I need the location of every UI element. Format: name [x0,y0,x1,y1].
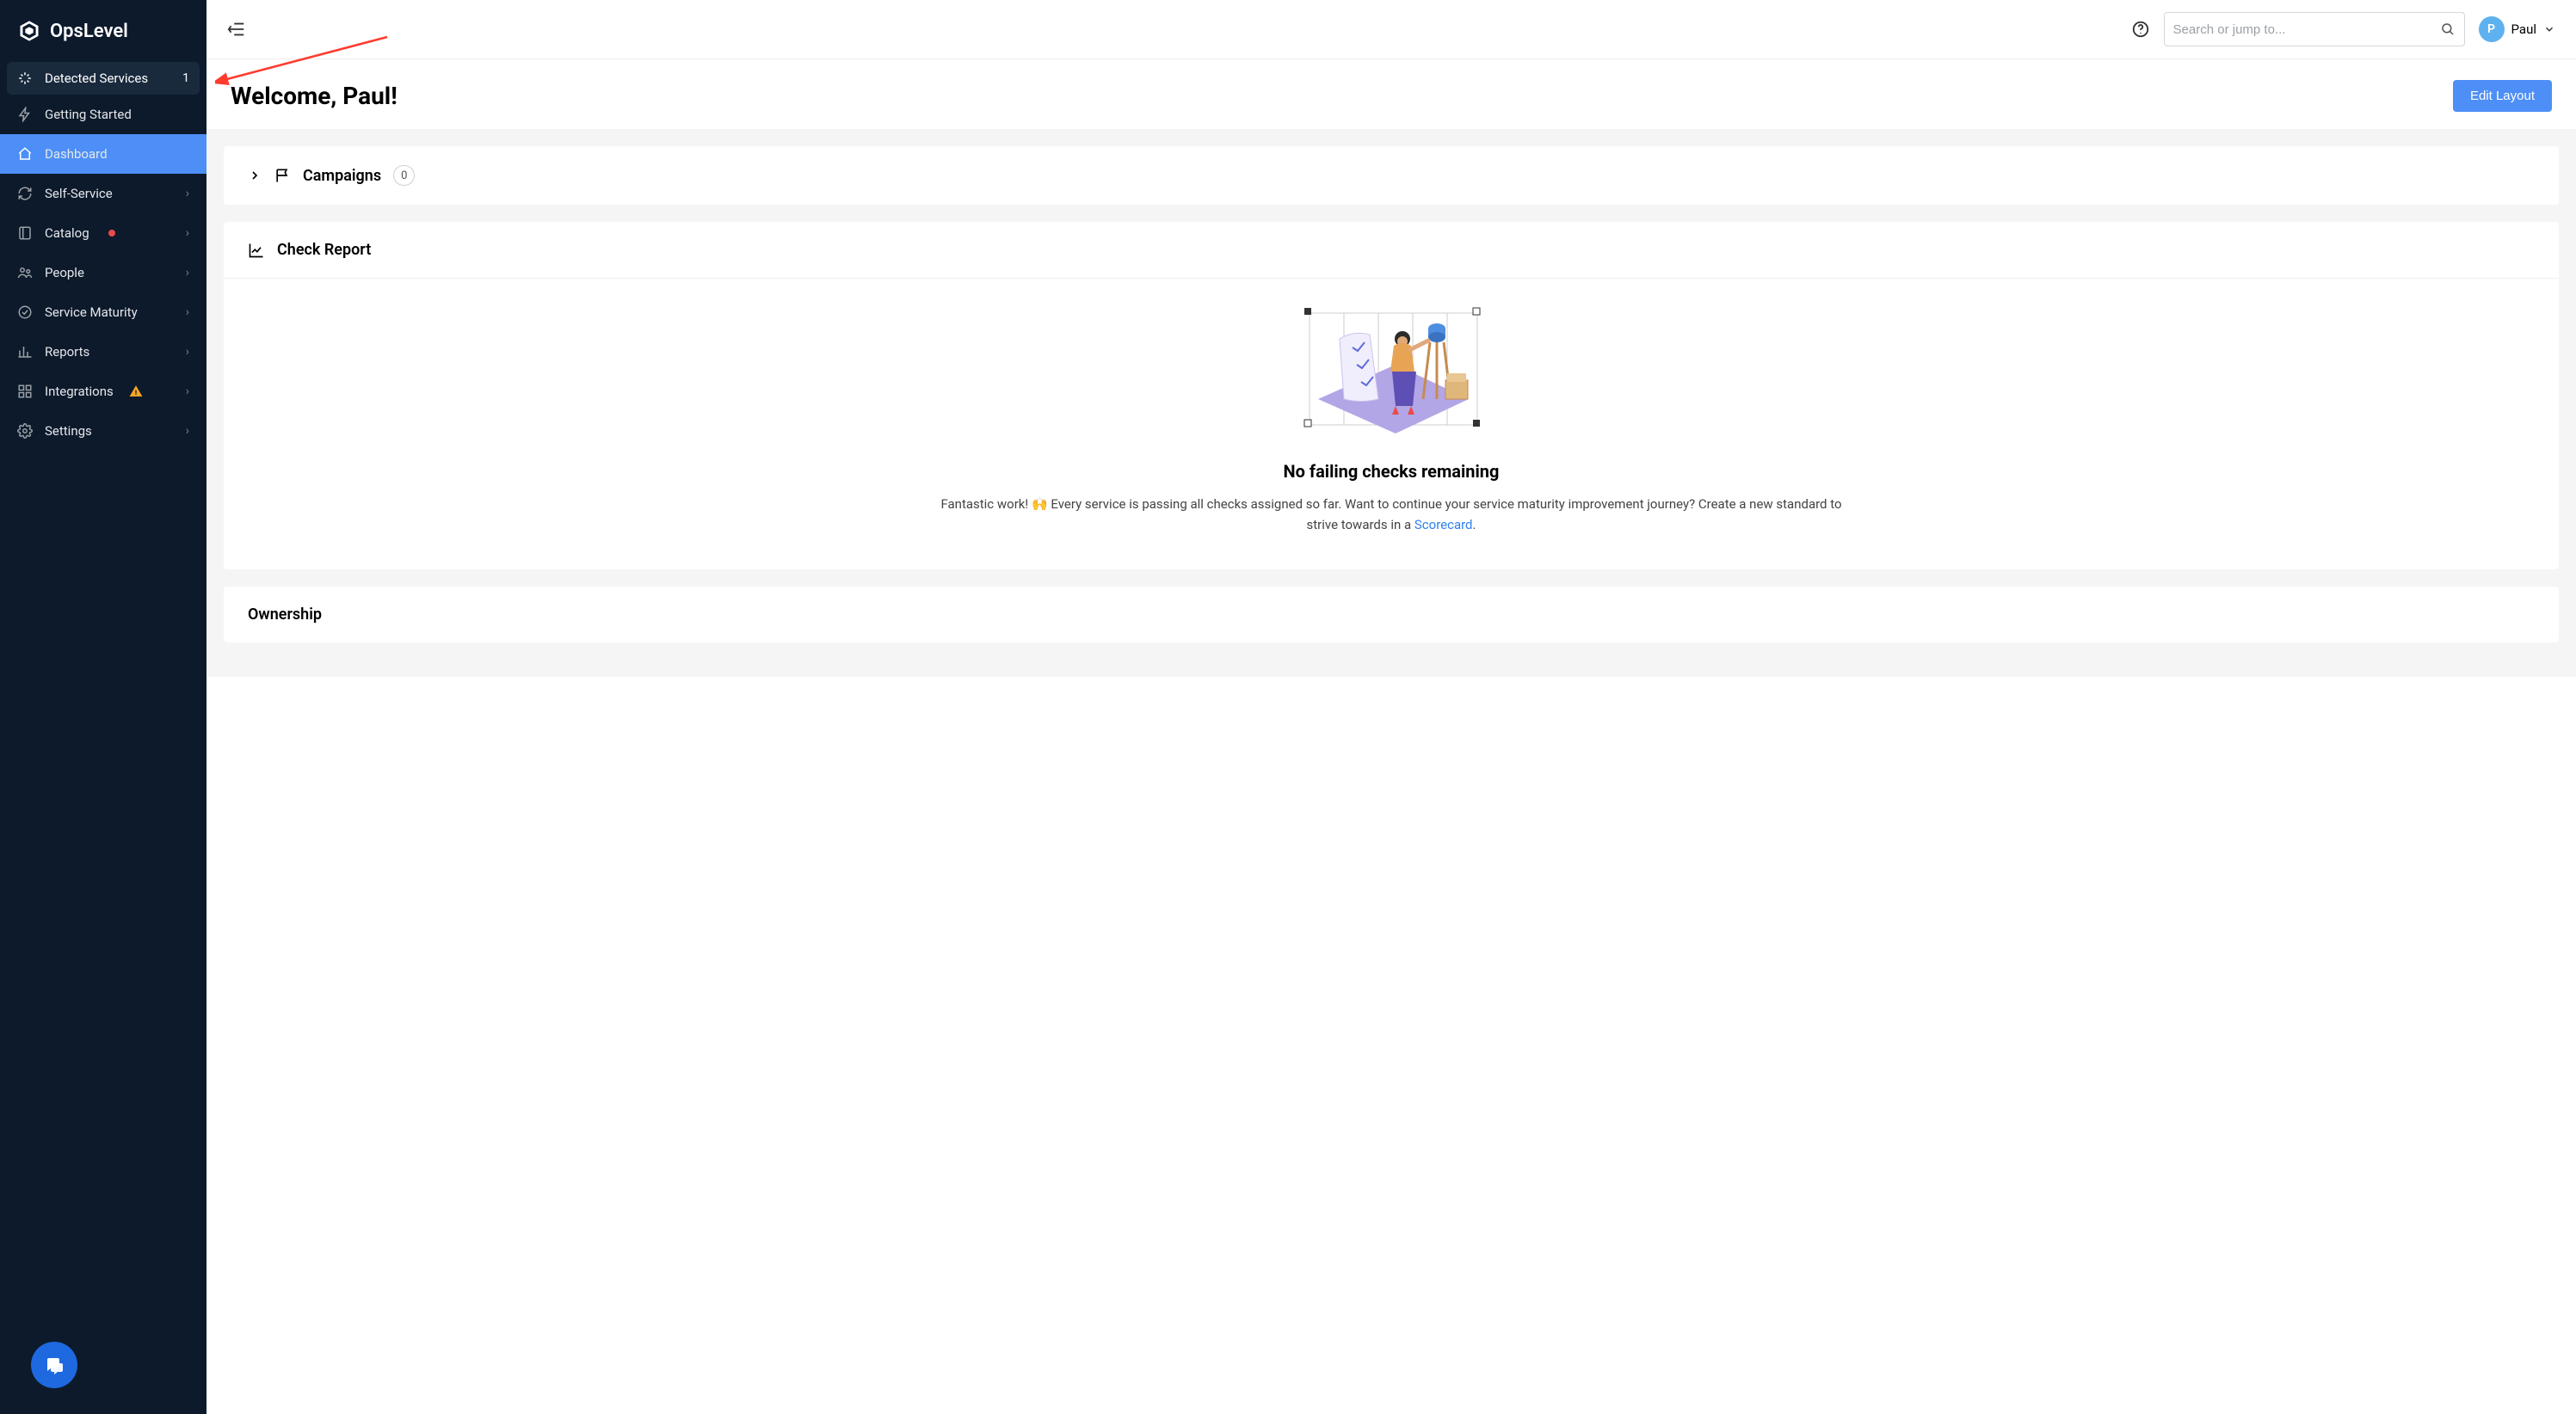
campaigns-title: Campaigns [303,167,381,185]
gear-icon [17,423,33,439]
opslevel-logo-icon [17,19,41,43]
edit-layout-button[interactable]: Edit Layout [2453,80,2552,112]
chevron-right-icon: › [186,266,189,280]
sidebar-item-label: Self-Service [45,186,174,201]
sidebar-item-label: Integrations [45,384,114,399]
bar-chart-icon [17,344,33,360]
grid-icon [17,384,33,399]
sidebar-item-label: Service Maturity [45,304,174,320]
flag-icon [274,167,291,184]
brand-logo[interactable]: OpsLevel [0,0,206,62]
check-report-title: Check Report [277,241,371,259]
scorecard-link[interactable]: Scorecard [1414,517,1473,532]
chevron-right-icon: › [186,305,189,319]
check-report-heading: No failing checks remaining [250,461,2533,482]
sidebar-item-label: Detected Services [45,71,170,86]
campaigns-card: Campaigns 0 [224,146,2559,205]
sidebar-item-label: Catalog [45,225,91,241]
topbar: P Paul [206,0,2576,59]
catalog-icon [17,225,33,241]
sidebar-item-people[interactable]: People › [0,253,206,292]
warning-icon [129,384,143,398]
search-input-wrapper[interactable] [2164,12,2465,46]
chat-icon [44,1355,65,1375]
page-title: Welcome, Paul! [231,82,397,110]
check-report-illustration [1292,304,1490,442]
ownership-title: Ownership [248,606,322,624]
sidebar-badge-count: 1 [182,71,189,85]
line-chart-icon [248,242,265,259]
alert-dot-icon [108,230,115,237]
sidebar-item-self-service[interactable]: Self-Service › [0,174,206,213]
sidebar-item-getting-started[interactable]: Getting Started [0,95,206,134]
chevron-down-icon [2543,23,2555,35]
chevron-right-icon: › [186,345,189,359]
sidebar-item-detected-services[interactable]: Detected Services 1 [7,62,200,95]
chevron-right-icon: › [186,226,189,240]
chevron-right-icon: › [186,384,189,398]
chevron-right-icon: › [186,187,189,200]
check-report-text: Fantastic work! 🙌 Every service is passi… [935,494,1847,535]
sidebar-item-service-maturity[interactable]: Service Maturity › [0,292,206,332]
sidebar-item-label: Settings [45,423,174,439]
campaigns-count-chip: 0 [393,165,415,186]
main-content: P Paul Welcome, Paul! Edit Layout [206,0,2576,1414]
check-circle-icon [17,304,33,320]
raised-hands-emoji: 🙌 [1032,494,1048,514]
sidebar: OpsLevel Detected Services 1 Getting Sta… [0,0,206,1414]
lightning-icon [17,107,33,122]
refresh-icon [17,186,33,201]
search-input[interactable] [2173,22,2440,37]
search-icon [2440,22,2456,37]
ownership-card: Ownership [224,587,2559,642]
check-report-card: Check Report [224,222,2559,569]
sidebar-item-label: People [45,265,174,280]
page-header: Welcome, Paul! Edit Layout [206,59,2576,129]
sidebar-item-reports[interactable]: Reports › [0,332,206,372]
user-menu[interactable]: P Paul [2479,16,2555,42]
expand-toggle[interactable] [248,169,262,182]
sidebar-item-dashboard[interactable]: Dashboard [0,134,206,174]
avatar: P [2479,16,2505,42]
sidebar-collapse-button[interactable] [227,20,246,39]
home-icon [17,146,33,162]
sidebar-item-label: Getting Started [45,107,189,122]
sidebar-item-integrations[interactable]: Integrations › [0,372,206,411]
sidebar-item-label: Reports [45,344,174,360]
help-icon[interactable] [2131,20,2150,39]
username: Paul [2511,22,2536,37]
sidebar-item-label: Dashboard [45,146,189,162]
sparkle-icon [17,71,33,86]
chat-fab[interactable] [31,1342,77,1388]
sidebar-item-settings[interactable]: Settings › [0,411,206,451]
brand-name: OpsLevel [50,21,128,42]
chevron-right-icon: › [186,424,189,438]
sidebar-item-catalog[interactable]: Catalog › [0,213,206,253]
cards-wrap: Campaigns 0 Check Report [206,129,2576,677]
people-icon [17,265,33,280]
sidebar-nav: Detected Services 1 Getting Started Dash… [0,62,206,451]
